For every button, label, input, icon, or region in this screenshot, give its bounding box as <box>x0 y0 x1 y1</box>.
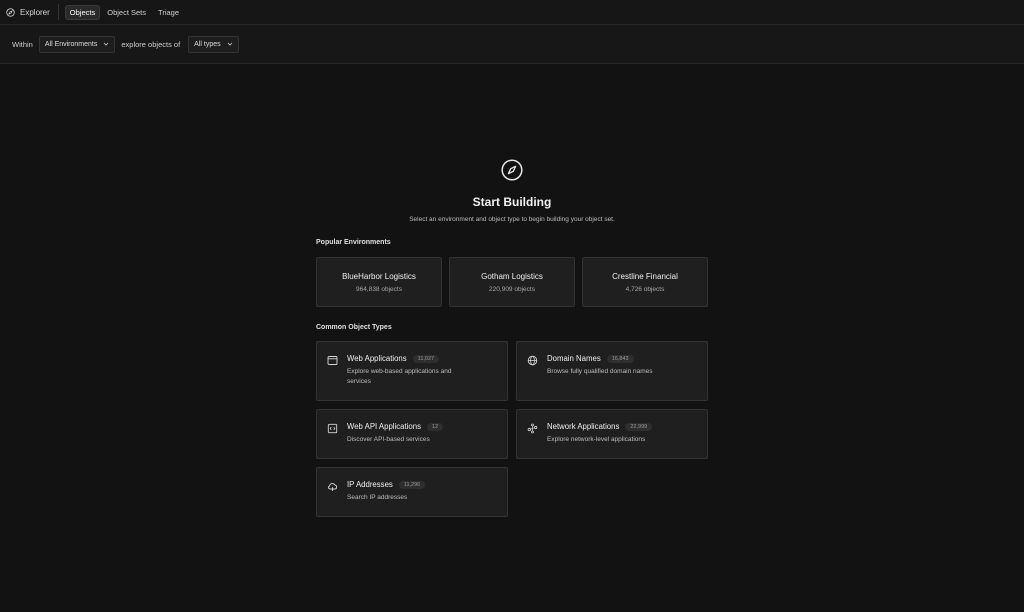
object-type-description: Browse fully qualified domain names <box>547 368 653 375</box>
within-label: Within <box>12 39 33 49</box>
globe-icon <box>527 355 538 366</box>
chevron-down-icon <box>227 42 232 46</box>
object-type-card-network-applications[interactable]: Network Applications 22,999 Explore netw… <box>516 409 708 459</box>
main-content: Start Building Select an environment and… <box>0 64 1024 611</box>
filter-bar: Within All Environments explore objects … <box>0 25 1024 64</box>
object-type-card-ip-addresses[interactable]: IP Addresses 11,296 Search IP addresses <box>316 467 508 517</box>
environment-card-gotham[interactable]: Gotham Logistics 220,909 objects <box>449 257 575 307</box>
object-type-description: Search IP addresses <box>347 494 408 501</box>
network-icon <box>527 423 538 434</box>
compass-icon <box>501 159 523 181</box>
cloud-icon <box>328 483 338 491</box>
environment-name: BlueHarbor Logistics <box>342 271 416 281</box>
object-type-card-domain-names[interactable]: Domain Names 16,843 Browse fully qualifi… <box>516 341 708 401</box>
page-subtitle: Select an environment and object type to… <box>409 216 615 223</box>
browser-window-icon <box>327 356 338 365</box>
explore-label: explore objects of <box>121 39 181 49</box>
object-type-name: IP Addresses <box>347 480 393 489</box>
object-type-description: Explore network-level applications <box>547 436 646 443</box>
environment-cards: BlueHarbor Logistics 964,838 objects Got… <box>316 257 708 307</box>
object-type-name: Web API Applications <box>347 422 421 431</box>
common-object-types-label: Common Object Types <box>316 324 392 331</box>
page-title: Start Building <box>472 195 552 209</box>
tab-objects[interactable]: Objects <box>64 4 101 20</box>
api-icon <box>327 423 338 434</box>
object-type-card-web-api-applications[interactable]: Web API Applications 12 Discover API-bas… <box>316 409 508 459</box>
environment-card-blueharbor[interactable]: BlueHarbor Logistics 964,838 objects <box>316 257 442 307</box>
object-count-badge: 12 <box>426 422 444 431</box>
object-type-name: Domain Names <box>547 354 601 363</box>
environment-select[interactable]: All Environments <box>38 35 116 53</box>
environment-name: Gotham Logistics <box>481 271 543 281</box>
chevron-down-icon <box>104 42 109 46</box>
app-brand[interactable]: Explorer <box>6 4 59 20</box>
object-count-badge: 22,999 <box>625 422 653 431</box>
start-building-hero: Start Building Select an environment and… <box>0 159 1024 223</box>
tab-triage[interactable]: Triage <box>153 5 184 20</box>
object-type-description: Discover API-based services <box>347 436 430 443</box>
tab-object-sets[interactable]: Object Sets <box>102 5 151 20</box>
app-name: Explorer <box>20 7 50 17</box>
environment-select-value: All Environments <box>44 40 98 48</box>
object-count-badge: 11,027 <box>412 354 440 363</box>
environment-object-count: 964,838 objects <box>356 285 402 293</box>
environment-name: Crestline Financial <box>612 271 678 281</box>
top-navigation-bar: Explorer Objects Object Sets Triage <box>0 0 1024 25</box>
object-count-badge: 11,296 <box>398 480 426 489</box>
compass-icon <box>6 7 15 17</box>
type-select[interactable]: All types <box>188 35 239 53</box>
type-select-value: All types <box>194 40 221 48</box>
object-type-description: Explore web-based applications and servi… <box>347 368 452 385</box>
object-count-badge: 16,843 <box>606 354 634 363</box>
main-tabs: Objects Object Sets Triage <box>64 4 184 20</box>
object-type-name: Web Applications <box>347 354 407 363</box>
environment-object-count: 220,909 objects <box>489 285 535 293</box>
environment-card-crestline[interactable]: Crestline Financial 4,726 objects <box>582 257 708 307</box>
environment-object-count: 4,726 objects <box>625 285 665 293</box>
object-type-name: Network Applications <box>547 422 620 431</box>
popular-environments-label: Popular Environments <box>316 239 391 246</box>
object-type-card-web-applications[interactable]: Web Applications 11,027 Explore web-base… <box>316 341 508 401</box>
